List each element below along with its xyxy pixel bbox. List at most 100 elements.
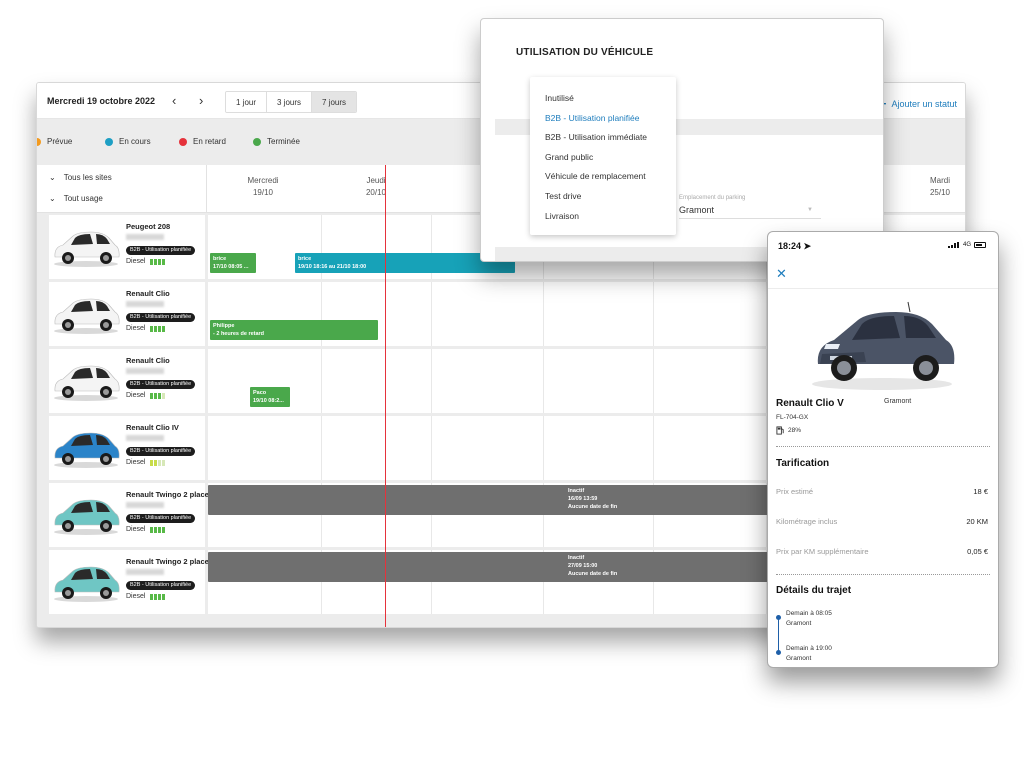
close-icon[interactable]: ✕	[776, 266, 787, 282]
status-indicators: 4G	[947, 242, 986, 248]
next-period-icon[interactable]: ›	[199, 93, 203, 108]
event-text: Philippe	[213, 323, 235, 329]
range-7-days-button[interactable]: 7 jours	[312, 92, 357, 112]
fuel-level-bar	[162, 593, 166, 600]
event-text: Aucune date de fin	[568, 571, 618, 577]
vehicle-name: Renault Clio	[126, 289, 170, 298]
legend-item-en-retard: En retard	[179, 137, 226, 146]
parking-field-label: Emplacement du parking	[679, 195, 746, 201]
range-1-day-button[interactable]: 1 jour	[226, 92, 268, 112]
battery-icon	[974, 242, 986, 248]
previous-period-icon[interactable]: ‹	[172, 93, 176, 108]
menu-item-b2b-planifiee[interactable]: B2B - Utilisation planifiée	[530, 109, 676, 129]
car-image	[54, 499, 120, 535]
vehicle-name: Peugeot 208	[126, 222, 171, 231]
vehicle-name: Renault Clio	[126, 356, 170, 365]
event-text: Paco	[253, 390, 267, 396]
menu-item-inutilise[interactable]: Inutilisé	[530, 89, 676, 109]
price-row: Prix par KM supplémentaire 0,05 €	[776, 547, 988, 556]
usage-dropdown-menu: Inutilisé B2B - Utilisation planifiée B2…	[530, 77, 676, 235]
vehicle-card[interactable]: Renault Clio IV B2B - Utilisation planifi…	[49, 416, 205, 480]
menu-item-livraison[interactable]: Livraison	[530, 207, 676, 227]
vehicle-card[interactable]: Renault Clio B2B - Utilisation planifiée D…	[49, 349, 205, 413]
price-row: Prix estimé 18 €	[776, 487, 988, 496]
event-text: 19/10 08:2...	[253, 398, 284, 404]
vehicle-fuel: 28%	[776, 426, 801, 435]
fuel-level-bar	[158, 593, 162, 600]
fuel-indicator: Diesel	[126, 526, 166, 533]
vehicle-plate-blurred	[126, 435, 164, 441]
add-status-button[interactable]: +Ajouter un statut	[879, 96, 957, 111]
fuel-level-bar	[158, 325, 162, 332]
sites-filter[interactable]: ⌄ Tous les sites	[49, 173, 112, 182]
day-grid-line	[321, 349, 322, 413]
usage-filter[interactable]: ⌄ Tout usage	[49, 194, 103, 203]
vehicle-card[interactable]: Renault Twingo 2 places B2B - Utilisation…	[49, 550, 213, 614]
fuel-level-bar	[158, 526, 162, 533]
fuel-level-bar	[158, 392, 162, 399]
trip-end-dot-icon	[776, 650, 781, 655]
fuel-level-bar	[162, 392, 166, 399]
fuel-level-bar	[158, 459, 162, 466]
vehicle-name: Renault Twingo 2 places	[126, 490, 213, 499]
vehicle-name: Renault Twingo 2 places	[126, 557, 213, 566]
fuel-level-bar	[162, 258, 166, 265]
trip-details-title: Détails du trajet	[776, 585, 852, 596]
vehicle-card[interactable]: Renault Clio B2B - Utilisation planifiée D…	[49, 282, 205, 346]
fuel-indicator: Diesel	[126, 325, 166, 332]
booking-event[interactable]: brice 17/10 08:05 ...	[210, 253, 256, 273]
green-dot-icon	[253, 137, 261, 146]
menu-item-grand-public[interactable]: Grand public	[530, 148, 676, 168]
booking-event[interactable]: Philippe - 2 heures de retard	[210, 320, 378, 340]
range-3-days-button[interactable]: 3 jours	[267, 92, 313, 112]
fuel-level-bar	[150, 392, 154, 399]
usage-badge: B2B - Utilisation planifiée	[126, 313, 196, 322]
trip-start-dot-icon	[776, 615, 781, 620]
event-text: 17/10 08:05 ...	[213, 264, 249, 270]
fuel-level-bar	[158, 258, 162, 265]
vehicle-usage-panel: UTILISATION DU VÉHICULE Emplacement du p…	[480, 18, 884, 262]
legend-item-prevue: Prévue	[37, 137, 72, 146]
car-image	[54, 432, 120, 468]
fuel-level-bar	[154, 392, 158, 399]
fuel-level-bar	[154, 325, 158, 332]
usage-badge: B2B - Utilisation planifiée	[126, 380, 196, 389]
day-grid-line	[543, 349, 544, 413]
fuel-level-bar	[162, 325, 166, 332]
fuel-indicator: Diesel	[126, 459, 166, 466]
inactive-period-bar[interactable]: Inactif 27/09 15:00 Aucune date de fin	[208, 552, 798, 582]
vehicle-plate: FL-704-GX	[776, 414, 809, 421]
current-time-line	[385, 165, 386, 627]
event-text: 16/09 13:59	[568, 496, 598, 502]
car-image	[54, 231, 120, 267]
vehicle-plate-blurred	[126, 234, 164, 240]
vehicle-card[interactable]: Peugeot 208 B2B - Utilisation planifiée Di…	[49, 215, 205, 279]
vehicle-card[interactable]: Renault Twingo 2 places B2B - Utilisation…	[49, 483, 213, 547]
usage-panel-title: UTILISATION DU VÉHICULE	[516, 47, 654, 58]
menu-item-test-drive[interactable]: Test drive	[530, 187, 676, 207]
menu-item-vehicule-remplacement[interactable]: Véhicule de remplacement	[530, 167, 676, 187]
day-grid-line	[431, 282, 432, 346]
day-grid-line	[543, 416, 544, 480]
fuel-indicator: Diesel	[126, 258, 166, 265]
inactive-period-bar[interactable]: Inactif 16/09 13:59 Aucune date de fin	[208, 485, 798, 515]
fuel-level-bar	[150, 459, 154, 466]
event-text: Inactif	[568, 555, 585, 561]
price-row: Kilométrage inclus 20 KM	[776, 517, 988, 526]
vehicle-name: Renault Clio V	[776, 398, 844, 409]
event-text: - 2 heures de retard	[213, 331, 265, 337]
mobile-app-screen: 18:24 ➤ 4G ✕ Renault Clio V Gramont FL-7…	[767, 231, 999, 668]
parking-select[interactable]: Gramont ▼	[679, 205, 821, 219]
usage-badge: B2B - Utilisation planifiée	[126, 514, 196, 523]
vehicle-location: Gramont	[884, 398, 912, 405]
location-arrow-icon: ➤	[803, 241, 812, 251]
legend-item-terminee: Terminée	[253, 137, 300, 146]
day-grid-line	[321, 416, 322, 480]
fuel-level-bar	[154, 258, 158, 265]
trip-start: Demain à 08:05 Gramont	[786, 610, 832, 627]
day-grid-line	[653, 349, 654, 413]
menu-item-b2b-immediate[interactable]: B2B - Utilisation immédiate	[530, 128, 676, 148]
pricing-title: Tarification	[776, 458, 830, 469]
day-grid-line	[543, 282, 544, 346]
booking-event[interactable]: Paco 19/10 08:2...	[250, 387, 290, 407]
